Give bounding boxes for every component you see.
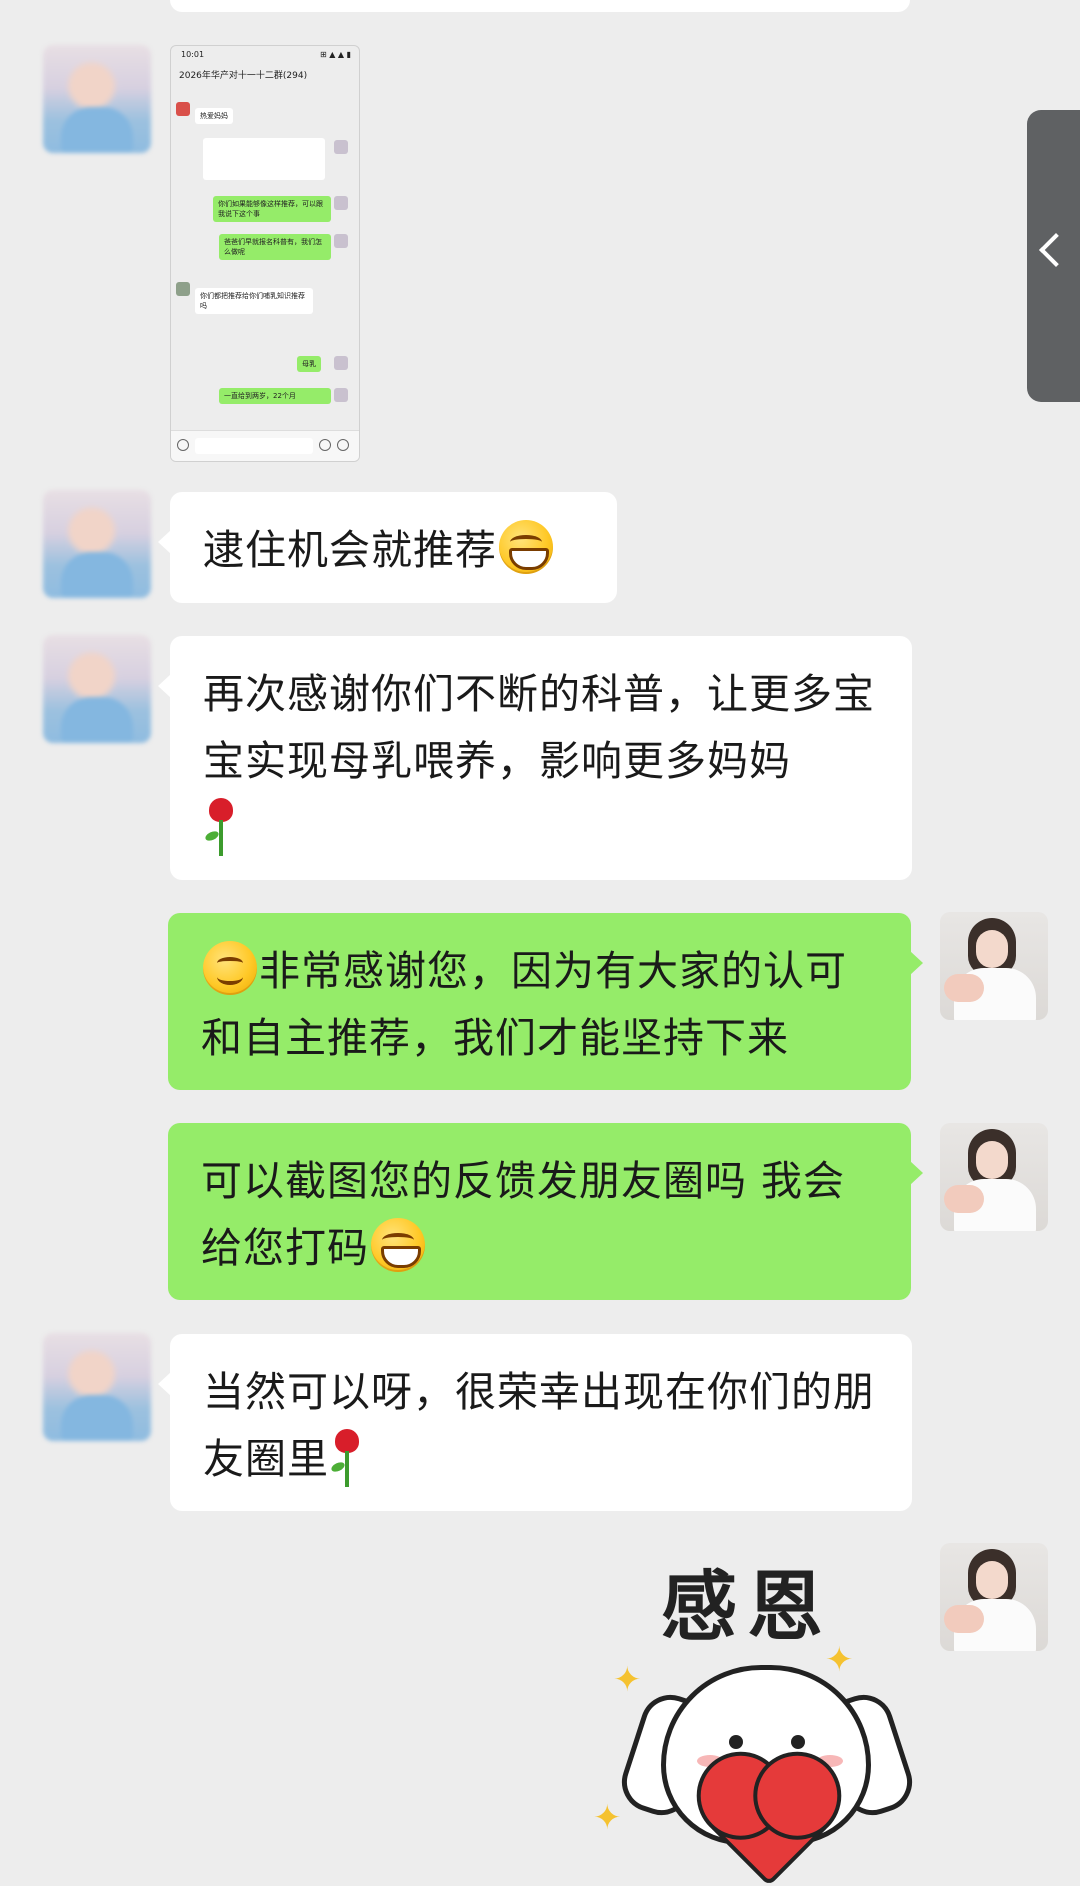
- outgoing-message[interactable]: 非常感谢您，因为有大家的认可和自主推荐，我们才能坚持下来: [168, 913, 923, 1090]
- message-text: 可以截图您的反馈发朋友圈吗 我会给您打码: [201, 1157, 846, 1272]
- gratitude-sticker[interactable]: 感恩 ✦ ✦ ✦ ✦: [585, 1545, 925, 1886]
- thumb-status-time: 10:01: [181, 50, 205, 59]
- thumb-message: 爸爸们早就报名科普有，我们怎么做呢: [219, 234, 331, 260]
- dog-eye-icon: [791, 1735, 805, 1749]
- thumb-input-field: [195, 438, 313, 454]
- my-avatar[interactable]: [940, 912, 1048, 1020]
- thumb-plus-icon: [337, 439, 349, 451]
- contact-avatar[interactable]: [43, 1333, 151, 1441]
- sparkle-icon: ✦: [613, 1660, 642, 1700]
- thumb-card: [203, 138, 325, 180]
- message-text: 非常感谢您，因为有大家的认可和自主推荐，我们才能坚持下来: [201, 947, 847, 1062]
- incoming-message[interactable]: 再次感谢你们不断的科普，让更多宝宝实现母乳喂养，影响更多妈妈: [158, 636, 912, 880]
- contact-avatar[interactable]: [43, 635, 151, 743]
- rose-emoji-icon: [203, 798, 237, 856]
- thumb-message: 一直给到两岁，22个月: [219, 388, 331, 404]
- previous-message-bubble[interactable]: [170, 0, 910, 12]
- thumb-message: 你们都把推荐给你们哺乳知识推荐吗: [195, 288, 313, 314]
- chevron-left-icon: [1039, 233, 1073, 267]
- side-panel-handle[interactable]: [1027, 110, 1080, 402]
- thumb-avatar: [176, 102, 190, 116]
- message-text: 当然可以呀，很荣幸出现在你们的朋友圈里: [203, 1368, 875, 1483]
- thumb-avatar: [334, 356, 348, 370]
- thumb-message: 热爱妈妈: [195, 108, 233, 124]
- thumb-avatar: [334, 388, 348, 402]
- sticker-text: 感恩: [661, 1562, 833, 1651]
- rose-emoji-icon: [329, 1429, 363, 1487]
- heart-icon: [706, 1761, 832, 1886]
- outgoing-message[interactable]: 可以截图您的反馈发朋友圈吗 我会给您打码: [168, 1123, 923, 1300]
- thumb-voice-icon: [177, 439, 189, 451]
- my-avatar[interactable]: [940, 1123, 1048, 1231]
- thumb-avatar: [176, 282, 190, 296]
- my-avatar[interactable]: [940, 1543, 1048, 1651]
- thumb-message: 母乳: [297, 356, 321, 372]
- sparkle-icon: ✦: [825, 1640, 854, 1680]
- message-text: 再次感谢你们不断的科普，让更多宝宝实现母乳喂养，影响更多妈妈: [203, 670, 875, 785]
- thumb-avatar: [334, 140, 348, 154]
- thumb-avatar: [334, 196, 348, 210]
- thumb-input-bar: [171, 430, 359, 461]
- shared-screenshot-image[interactable]: 10:01 ⊞ ▲ ▲ ▮ 2026年华产对十一十二群(294) 热爱妈妈 你们…: [170, 45, 360, 462]
- thumb-chat-title: 2026年华产对十一十二群(294): [179, 71, 308, 81]
- thumb-message: 你们如果能够像这样推荐，可以跟我说下这个事: [213, 196, 331, 222]
- thumb-avatar: [334, 234, 348, 248]
- smiling-face-emoji-icon: [203, 941, 257, 995]
- contact-avatar[interactable]: [43, 45, 151, 153]
- laughing-face-emoji-icon: [499, 520, 553, 574]
- incoming-message[interactable]: 逮住机会就推荐: [158, 492, 617, 603]
- dog-eye-icon: [729, 1735, 743, 1749]
- thumb-status-icons: ⊞ ▲ ▲ ▮: [319, 50, 351, 59]
- incoming-message[interactable]: 当然可以呀，很荣幸出现在你们的朋友圈里: [158, 1334, 912, 1511]
- message-text: 逮住机会就推荐: [203, 526, 497, 574]
- contact-avatar[interactable]: [43, 490, 151, 598]
- grinning-face-emoji-icon: [371, 1218, 425, 1272]
- sparkle-icon: ✦: [593, 1798, 622, 1838]
- thumb-emoji-icon: [319, 439, 331, 451]
